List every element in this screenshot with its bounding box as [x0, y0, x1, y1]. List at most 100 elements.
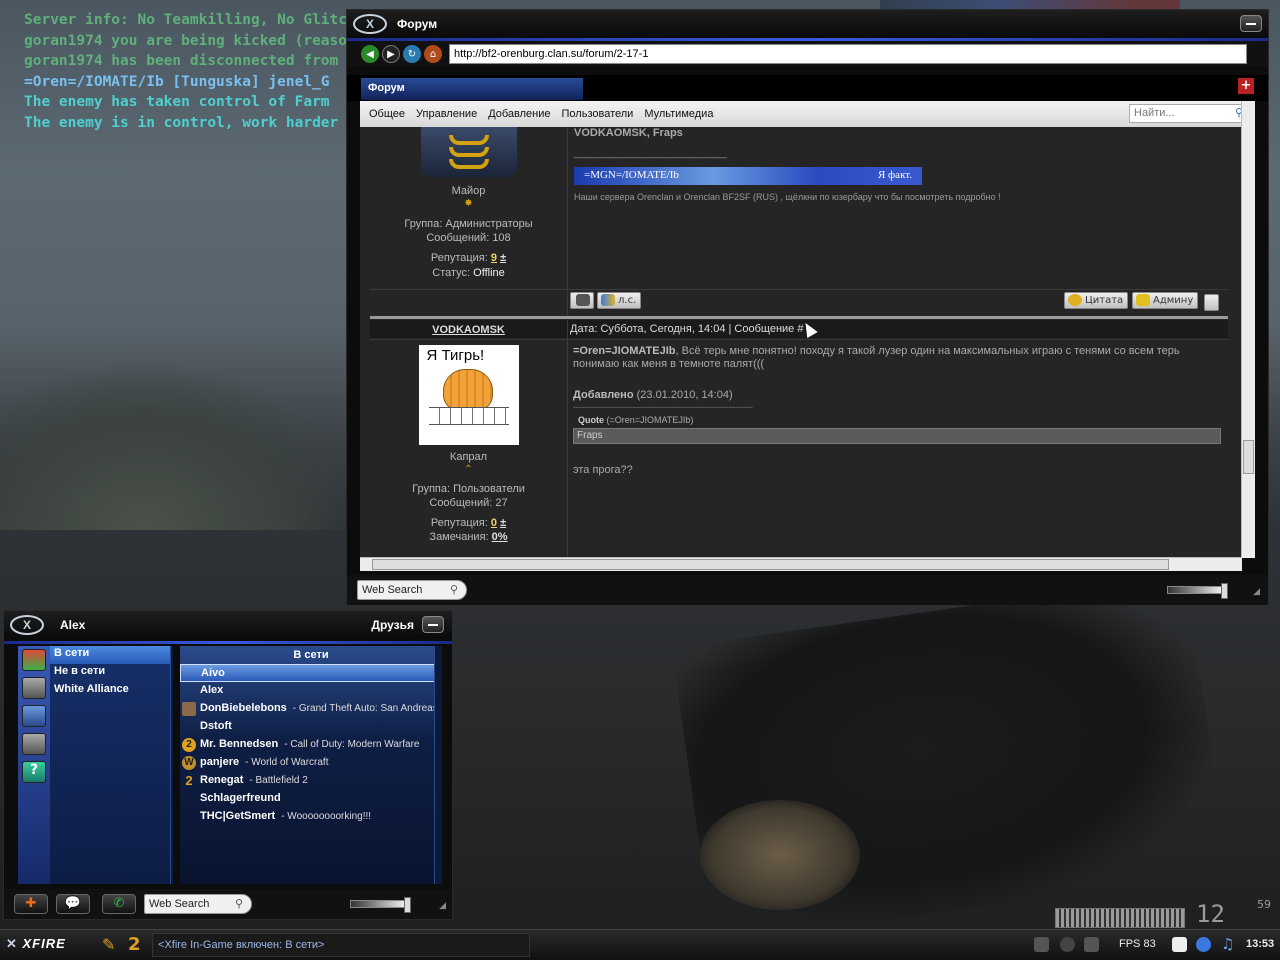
report-admin-button[interactable]: Админу [1132, 292, 1199, 309]
rank-star-icon: ✸ [464, 198, 473, 209]
url-input[interactable]: http://bf2-orenburg.clan.su/forum/2-17-1 [449, 44, 1247, 64]
post1-group: Группа: Администраторы [404, 218, 533, 230]
web-search-placeholder: Web Search [362, 584, 423, 596]
horizontal-scrollbar[interactable] [360, 557, 1242, 571]
voice-call-button[interactable]: ✆ [102, 894, 136, 914]
menu-item-multimedia[interactable]: Мультимедиа [644, 108, 713, 120]
menu-item-general[interactable]: Общее [369, 108, 405, 120]
help-icon[interactable]: ? [22, 761, 46, 783]
browser-web-search-input[interactable]: Web Search ⚲ [357, 580, 467, 600]
xfire-x-icon: ✕ [6, 936, 23, 951]
search-icon[interactable]: ⚲ [450, 583, 458, 596]
group-offline[interactable]: Не в сети [50, 664, 170, 682]
warnings-value-link[interactable]: 0% [492, 531, 508, 543]
post1-body-line: VODKAOMSK, Fraps [574, 127, 683, 139]
menu-item-add[interactable]: Добавление [488, 108, 550, 120]
profile-button[interactable] [570, 292, 594, 309]
vertical-scroll-thumb[interactable] [1243, 440, 1254, 474]
vertical-scrollbar[interactable] [1241, 101, 1255, 558]
resize-grip-icon[interactable]: ◢ [1253, 587, 1260, 597]
friends-title: Друзья [371, 618, 414, 632]
chat-bubble-button[interactable]: 💬 [56, 894, 90, 914]
post2-text1: , Всё терь мне понятно! походу я такой л… [675, 345, 1180, 357]
quote-button[interactable]: Цитата [1064, 292, 1129, 309]
quote-label: Цитата [1085, 295, 1124, 306]
back-arrow-icon[interactable]: ◀ [361, 45, 379, 63]
scroll-top-button[interactable] [1204, 294, 1219, 311]
clock: 13:53 [1246, 938, 1275, 950]
friends-list-header: В сети [293, 649, 329, 661]
friends-web-search-input[interactable]: Web Search ⚲ [144, 894, 252, 914]
tab-forum[interactable]: Форум [361, 78, 583, 100]
refresh-icon[interactable]: ↻ [403, 45, 421, 63]
forum-search-input[interactable]: Найти... ⚲ [1129, 104, 1247, 123]
friend-game: - Woooooooorking!!! [281, 811, 372, 822]
browser-title-bar[interactable]: X Форум [347, 10, 1268, 38]
friends-title-bar[interactable]: X Alex Друзья [4, 611, 452, 639]
wow-game-icon: W [182, 756, 196, 770]
settings-sliders-icon[interactable] [22, 733, 46, 755]
friend-name: Schlagerfreund [200, 792, 281, 804]
globe-icon[interactable] [1196, 937, 1211, 952]
game-shortcut-icon[interactable]: 2 [128, 934, 141, 955]
bf2-game-icon: 2 [185, 773, 193, 788]
friend-item[interactable]: Aivo [180, 664, 442, 682]
group-scrollbar[interactable] [170, 646, 173, 884]
friend-item[interactable]: Alex [180, 682, 442, 700]
reputation-value-link[interactable]: 9 [491, 252, 497, 264]
chat-tray-icon[interactable] [1172, 937, 1187, 952]
home-icon[interactable]: ⌂ [424, 45, 442, 63]
volume-slider[interactable] [1167, 583, 1228, 599]
chat-line: Server info: No Teamkilling, No Glitchi [24, 12, 354, 28]
hud-health-bar [1055, 908, 1185, 928]
friends-sidebar-icons: ? [18, 646, 50, 884]
post2-added: Добавлено (23.01.2010, 14:04) [573, 389, 1228, 401]
messages-icon[interactable] [22, 705, 46, 727]
friends-icon[interactable] [22, 649, 46, 671]
post2-reputation: Репутация: 0 ± [370, 517, 567, 529]
brand-text: XFIRE [22, 936, 66, 951]
volume-slider[interactable] [350, 897, 411, 913]
userbar-banner[interactable]: =MGN=/IOMATE/Ib Я факт. [574, 167, 922, 185]
minimize-button[interactable] [1240, 15, 1262, 32]
horizontal-scroll-thumb[interactable] [372, 559, 1169, 570]
friend-item[interactable]: Dstoft [180, 718, 442, 736]
friend-item[interactable]: Schlagerfreund [180, 790, 442, 808]
group-online[interactable]: В сети [50, 646, 170, 664]
admin-label: Админу [1153, 295, 1194, 306]
forward-arrow-icon[interactable]: ▶ [382, 45, 400, 63]
gauge-icon[interactable] [1060, 937, 1075, 952]
group-white-alliance[interactable]: White Alliance [50, 682, 170, 700]
camera-icon[interactable] [1084, 937, 1099, 952]
friend-item[interactable]: THC|GetSmert - Woooooooorking!!! [180, 808, 442, 826]
chat-rooms-icon[interactable] [22, 677, 46, 699]
browser-footer: Web Search ⚲ ◢ [347, 575, 1268, 605]
post2-text-line1: =Oren=JIOMATEJIb, Всё терь мне понятно! … [573, 345, 1228, 357]
add-friend-button[interactable]: ✚ [14, 894, 48, 914]
quote-label: Quote [578, 415, 604, 425]
clapper-icon[interactable] [1034, 937, 1049, 952]
music-note-icon[interactable]: ♫ [1221, 935, 1234, 953]
new-tab-plus-icon[interactable]: + [1238, 78, 1254, 94]
post2-author-link[interactable]: VODKAOMSK [432, 324, 505, 336]
friends-username: Alex [60, 618, 86, 632]
search-icon[interactable]: ⚲ [235, 897, 243, 910]
reputation-change-link[interactable]: ± [500, 517, 506, 529]
reputation-change-link[interactable]: ± [500, 252, 506, 264]
menu-item-management[interactable]: Управление [416, 108, 477, 120]
user-card-icon [576, 294, 590, 306]
pencil-icon[interactable]: ✎ [102, 935, 115, 954]
minimize-button[interactable] [422, 616, 444, 633]
resize-grip-icon[interactable]: ◢ [439, 901, 446, 911]
private-message-button[interactable]: л.с. [597, 292, 642, 309]
post1-body: VODKAOMSK, Fraps _______________________… [568, 127, 1228, 202]
friends-list-panel: В сети Aivo Alex DonBiebelebons - Grand T… [180, 646, 442, 884]
xfire-brand-logo[interactable]: ✕ XFIRE [6, 936, 66, 952]
reputation-value-link[interactable]: 0 [491, 517, 497, 529]
friend-item[interactable]: DonBiebelebons - Grand Theft Auto: San An… [180, 700, 442, 718]
menu-item-users[interactable]: Пользователи [562, 108, 634, 120]
friends-scrollbar[interactable] [434, 646, 442, 884]
friend-item[interactable]: W panjere - World of Warcraft [180, 754, 442, 772]
friend-item[interactable]: 2 Renegat - Battlefield 2 [180, 772, 442, 790]
friend-item[interactable]: 2 Mr. Bennedsen - Call of Duty: Modern Wa… [180, 736, 442, 754]
